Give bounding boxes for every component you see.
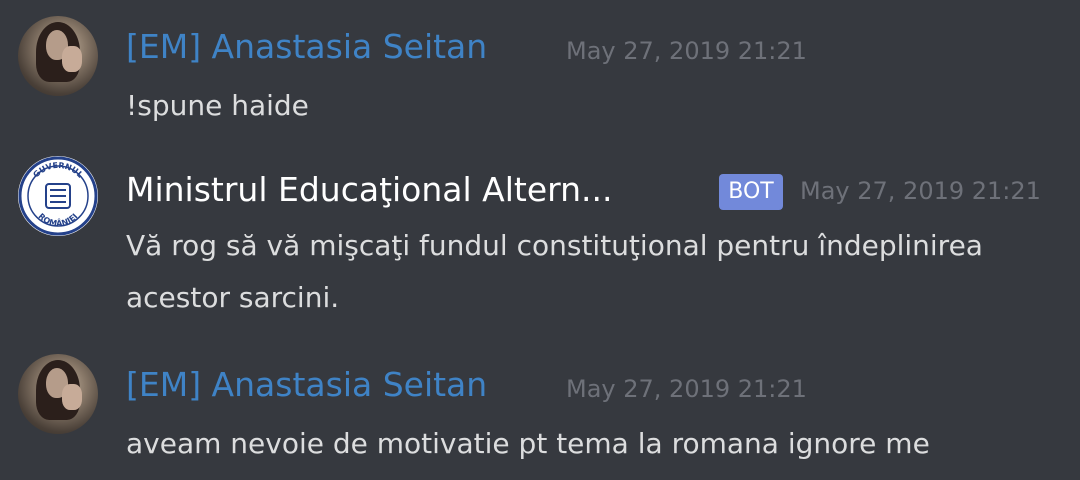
message-content: aveam nevoie de motivatie pt tema la rom… xyxy=(126,427,930,460)
bot-badge: BOT xyxy=(719,174,783,210)
author-name[interactable]: [EM] Anastasia Seitan xyxy=(126,27,487,67)
message-timestamp: May 27, 2019 21:21 xyxy=(566,375,807,403)
message-timestamp: May 27, 2019 21:21 xyxy=(800,177,1041,205)
bot-avatar[interactable]: GUVERNUL ROMÂNIEI xyxy=(18,156,98,236)
user-avatar[interactable] xyxy=(18,16,98,96)
message-content: Vă rog să vă mişcaţi fundul constituţion… xyxy=(126,229,992,314)
message-group: [EM] Anastasia Seitan May 27, 2019 21:21… xyxy=(0,0,1080,140)
government-seal-icon: GUVERNUL ROMÂNIEI xyxy=(18,156,98,236)
user-avatar[interactable] xyxy=(18,354,98,434)
message-group: [EM] Anastasia Seitan May 27, 2019 21:21… xyxy=(0,340,1080,480)
message-timestamp: May 27, 2019 21:21 xyxy=(566,37,807,65)
avatar-hand xyxy=(62,384,82,410)
author-name[interactable]: Ministrul Educaţional Altern... xyxy=(126,170,613,210)
avatar-hand xyxy=(62,46,82,72)
author-name[interactable]: [EM] Anastasia Seitan xyxy=(126,365,487,405)
message-content: !spune haide xyxy=(126,89,309,122)
message-group: GUVERNUL ROMÂNIEI Ministrul Educaţional … xyxy=(0,140,1080,340)
